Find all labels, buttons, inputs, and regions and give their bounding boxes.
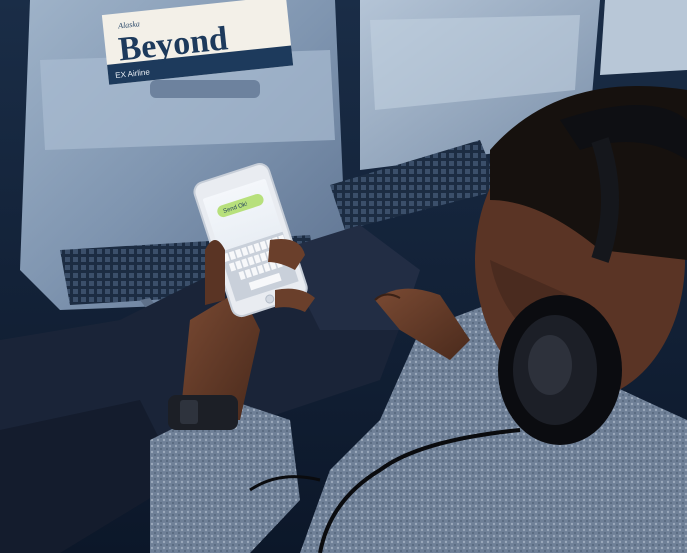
far-right-seat: [600, 0, 687, 75]
tray-latch: [150, 80, 260, 98]
wristwatch: [168, 395, 238, 430]
photo-scene: Alaska Beyond EX Airline Send Ok!: [0, 0, 687, 553]
scene-svg: Alaska Beyond EX Airline Send Ok!: [0, 0, 687, 553]
